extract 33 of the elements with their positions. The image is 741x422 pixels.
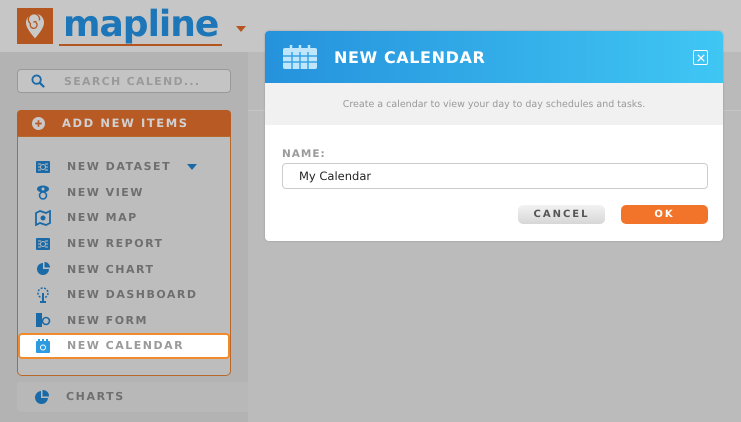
dialog-title: NEW CALENDAR — [334, 48, 486, 66]
map-icon — [35, 210, 51, 226]
table-icon — [35, 236, 51, 252]
caret-icon[interactable] — [187, 164, 198, 170]
menu-item[interactable]: NEW CALENDAR — [18, 333, 230, 359]
map-pin-logo-icon — [17, 8, 53, 44]
menu-item[interactable]: NEW VIEW — [18, 180, 230, 206]
menu-item[interactable]: NEW DATASET — [18, 154, 230, 180]
form-icon — [35, 312, 51, 328]
close-button[interactable] — [693, 50, 708, 65]
caret-icon[interactable] — [236, 26, 246, 32]
calendar-icon — [282, 44, 318, 70]
ok-button[interactable]: OK — [621, 205, 708, 224]
dialog-description: Create a calendar to view your day to day schedules and tasks. — [342, 98, 646, 110]
search-icon — [31, 74, 46, 89]
table-icon — [35, 158, 51, 175]
pie-chart-icon — [35, 261, 51, 278]
menu-item[interactable]: NEW DASHBOARD — [18, 282, 230, 308]
name-input-field[interactable]: My Calendar — [282, 163, 708, 189]
menu-item[interactable]: NEW CHART — [18, 256, 230, 282]
field-label: NAME: — [282, 148, 327, 160]
calendar-icon — [35, 338, 51, 354]
close-icon — [696, 54, 704, 62]
cancel-button[interactable]: CANCEL — [518, 205, 605, 224]
pie-chart-icon — [34, 388, 50, 405]
dashboard-icon — [35, 286, 51, 303]
logo-text: mapline — [59, 6, 222, 46]
sidebar-section[interactable]: CHARTS — [17, 382, 248, 412]
menu-item[interactable]: NEW FORM — [18, 308, 230, 334]
plus-circle-icon — [32, 116, 45, 130]
menu-item[interactable]: NEW MAP — [18, 205, 230, 231]
add-new-items-button[interactable]: ADD NEW ITEMS — [17, 110, 231, 136]
menu-item[interactable]: NEW REPORT — [18, 230, 230, 256]
